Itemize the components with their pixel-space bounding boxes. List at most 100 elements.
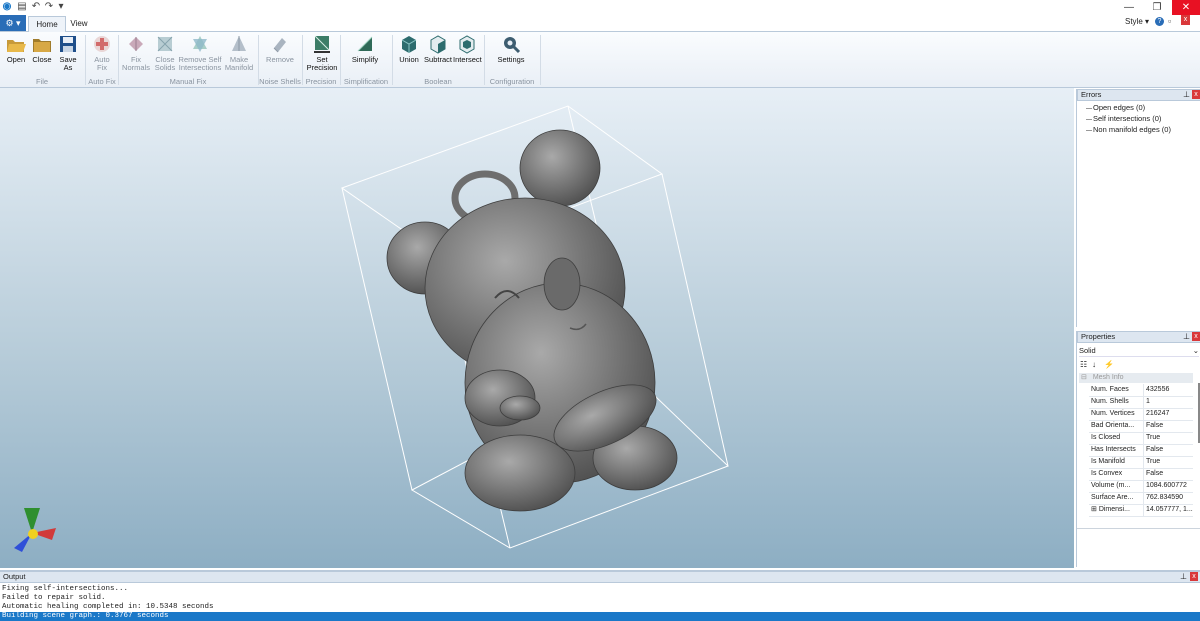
make-manifold-icon [232,36,246,51]
properties-panel-header: Properties [1077,331,1200,343]
ribbon: Open Close Save As File Auto Fix Auto Fi… [0,32,1200,88]
pin-icon[interactable]: ⊥ [1180,572,1187,581]
prop-value: 216247 [1143,408,1196,420]
group-label-simplification: Simplification [343,77,389,86]
union-icon [401,36,417,53]
properties-close-icon[interactable]: x [1192,332,1200,341]
prop-key: Num. Faces [1091,386,1129,393]
dropdown-icon[interactable]: ▾ [55,1,67,13]
prop-value: 14.057777, 1... [1143,504,1196,516]
auto-fix-label-2: Fix [97,63,107,72]
output-line: Fixing self-intersections... [2,585,129,593]
intersect-button[interactable]: Intersect [453,34,482,64]
simplify-icon [357,36,373,52]
tab-home[interactable]: Home [28,16,66,32]
error-open-edges[interactable]: Open edges (0) [1093,103,1145,112]
collapse-icon: ⊟ [1081,374,1087,381]
subtract-button[interactable]: Subtract [423,34,453,64]
errors-panel: Errors ⊥ x Open edges (0) Self intersect… [1076,89,1200,327]
axis-gizmo [14,508,56,552]
prop-value: False [1143,420,1196,432]
fix-normals-label-2: Normals [122,63,150,72]
auto-fix-button[interactable]: Auto Fix [89,34,115,72]
prop-key: Num. Shells [1091,398,1129,405]
output-line-selected[interactable]: Building scene graph.: 0.3767 seconds [0,612,1200,621]
prop-key: Bad Orienta... [1091,422,1135,429]
pin-icon[interactable]: ⊥ [1183,90,1190,99]
properties-panel: Properties ⊥ x Solid ⌄ ☷ ↓ ⚡ ⊟ Mesh Info… [1076,331,1200,567]
settings-label: Settings [497,55,525,64]
close-window-button[interactable]: ✕ [1172,0,1200,15]
prop-key: Is Manifold [1091,458,1125,465]
errors-close-icon[interactable]: x [1192,90,1200,99]
chevron-down-icon: ⌄ [1192,346,1199,355]
simplify-button[interactable]: Simplify [346,34,384,64]
output-title: Output [3,572,26,581]
prop-value: False [1143,444,1196,456]
title-bar [0,0,1200,15]
alphabetical-sort-icon[interactable]: ↓ [1092,360,1096,369]
prop-value: False [1143,468,1196,480]
save-as-button[interactable]: Save As [56,34,80,72]
open-button[interactable]: Open [4,34,28,64]
remove-shells-icon [273,38,286,53]
category-mesh-info[interactable]: ⊟ Mesh Info [1079,373,1193,383]
remove-button[interactable]: Remove [264,34,296,64]
output-line: Failed to repair solid. [2,594,106,602]
style-label: Style [1125,17,1143,26]
close-button[interactable]: Close [30,34,54,64]
intersect-icon [459,35,475,54]
union-button[interactable]: Union [395,34,423,64]
expand-icon: ⊞ [1091,506,1099,513]
tab-strip [0,15,1200,32]
open-label: Open [6,55,26,64]
intersect-label: Intersect [453,55,482,64]
prop-key: Has Intersects [1091,446,1136,453]
open-icon[interactable]: ▤ [16,1,28,13]
prop-key: Is Closed [1091,434,1121,441]
set-precision-button[interactable]: Set Precision [305,34,339,72]
undo-icon[interactable]: ↶ [30,1,42,13]
open-folder-icon [7,40,26,52]
close-solids-button[interactable]: Close Solids [152,34,178,72]
remove-self-intersections-button[interactable]: Remove Self Intersections [178,34,222,72]
save-label-2: As [63,63,73,72]
minimize-button[interactable]: — [1115,0,1143,15]
error-non-manifold-edges[interactable]: Non manifold edges (0) [1093,125,1171,134]
settings-button[interactable]: Settings [494,34,528,64]
group-label-boolean: Boolean [424,77,452,86]
prop-key: Volume (m... [1091,482,1131,489]
close-label: Close [32,55,52,64]
subtract-label: Subtract [424,55,452,64]
remove-self-intersections-icon [193,36,207,52]
app-icon: ◉ [2,1,12,12]
prop-row-dimensions[interactable]: ⊞ Dimensi... 14.057777, 1... [1089,504,1193,517]
help-icon[interactable]: ? [1155,17,1164,26]
3d-viewport[interactable] [0,88,1074,568]
set-precision-label-2: Precision [306,63,338,72]
categorized-sort-icon[interactable]: ☷ [1080,360,1087,369]
group-label-manual-fix: Manual Fix [169,77,207,86]
tab-view[interactable]: View [64,16,94,31]
output-close-icon[interactable]: x [1190,572,1198,581]
style-menu[interactable]: Style ▾ [1125,17,1149,26]
output-panel-header: Output [0,571,1200,583]
make-manifold-button[interactable]: Make Manifold [223,34,255,72]
redo-icon[interactable]: ↷ [43,1,55,13]
group-separator [540,35,541,85]
events-icon[interactable]: ⚡ [1104,360,1114,369]
object-select[interactable]: Solid ⌄ [1079,345,1199,357]
app-menu-button[interactable]: ⚙ ▾ [0,15,26,31]
close-doc-icon[interactable]: x [1181,15,1190,25]
pin-icon[interactable]: ⊥ [1183,332,1190,341]
fix-normals-icon [129,37,143,51]
set-precision-icon [314,35,330,53]
maximize-button[interactable]: ❐ [1143,0,1171,15]
restore-ribbon-icon[interactable]: ▫ [1168,16,1171,26]
properties-title: Properties [1081,332,1116,341]
error-self-intersections[interactable]: Self intersections (0) [1093,114,1161,123]
make-manifold-label-2: Manifold [224,63,254,72]
category-label: Mesh Info [1092,374,1124,381]
fix-normals-button[interactable]: Fix Normals [121,34,151,72]
prop-key: Num. Vertices [1091,410,1135,417]
